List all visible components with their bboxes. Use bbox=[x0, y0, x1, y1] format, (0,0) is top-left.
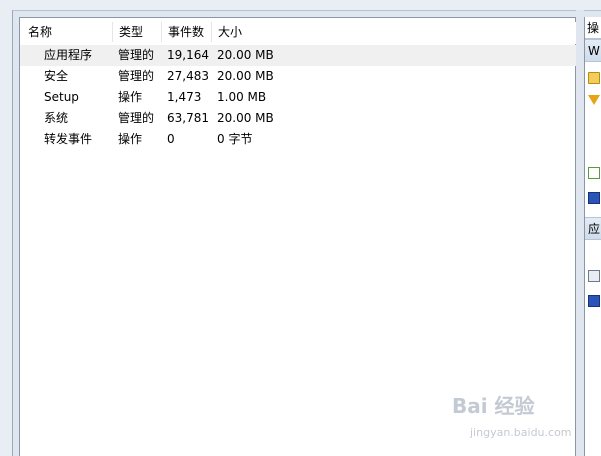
row-count: 63,781 bbox=[167, 111, 209, 125]
watermark-logo: Bai 经验 bbox=[452, 394, 535, 418]
help-icon[interactable] bbox=[588, 295, 600, 307]
watermark-url: jingyan.baidu.com bbox=[470, 426, 572, 439]
properties-icon[interactable] bbox=[588, 270, 600, 282]
row-size: 20.00 MB bbox=[217, 69, 274, 83]
actions-section-header[interactable]: W bbox=[585, 39, 601, 62]
list-rows: 应用程序 管理的 19,164 20.00 MB 安全 管理的 27,483 2… bbox=[20, 45, 577, 150]
row-name: 安全 bbox=[44, 69, 69, 83]
row-size: 20.00 MB bbox=[217, 111, 274, 125]
top-bar bbox=[0, 0, 601, 11]
row-size: 1.00 MB bbox=[217, 90, 267, 104]
row-type: 管理的 bbox=[118, 48, 155, 62]
row-name: 系统 bbox=[44, 111, 69, 125]
row-type: 管理的 bbox=[118, 69, 155, 83]
row-count: 27,483 bbox=[167, 69, 209, 83]
table-row[interactable]: 安全 管理的 27,483 20.00 MB bbox=[20, 66, 577, 87]
row-type: 操作 bbox=[118, 90, 143, 104]
table-row[interactable]: Setup 操作 1,473 1.00 MB bbox=[20, 87, 577, 108]
list-header: 名称 类型 事件数 大小 bbox=[20, 22, 577, 44]
actions-pane: 操 W 应 bbox=[584, 17, 601, 456]
actions-section-header-2[interactable]: 应 bbox=[585, 217, 601, 240]
open-folder-icon[interactable] bbox=[588, 72, 600, 84]
row-size: 0 字节 bbox=[217, 132, 253, 146]
row-name: 转发事件 bbox=[44, 132, 93, 146]
row-name: Setup bbox=[44, 90, 79, 104]
row-count: 19,164 bbox=[167, 48, 209, 62]
row-type: 操作 bbox=[118, 132, 143, 146]
row-type: 管理的 bbox=[118, 111, 155, 125]
row-count: 1,473 bbox=[167, 90, 202, 104]
column-header-name[interactable]: 名称 bbox=[22, 22, 113, 42]
find-icon[interactable] bbox=[588, 167, 600, 179]
row-name: 应用程序 bbox=[44, 48, 93, 62]
actions-pane-title: 操 bbox=[585, 17, 601, 39]
pane-splitter[interactable] bbox=[576, 10, 584, 456]
column-header-type[interactable]: 类型 bbox=[113, 22, 162, 42]
help-icon[interactable] bbox=[588, 192, 600, 204]
table-row[interactable]: 系统 管理的 63,781 20.00 MB bbox=[20, 108, 577, 129]
column-header-event-count[interactable]: 事件数 bbox=[162, 22, 212, 42]
column-header-size[interactable]: 大小 bbox=[212, 22, 322, 42]
row-size: 20.00 MB bbox=[217, 48, 274, 62]
table-row[interactable]: 转发事件 操作 0 0 字节 bbox=[20, 129, 577, 150]
row-count: 0 bbox=[167, 132, 175, 146]
filter-icon[interactable] bbox=[588, 95, 600, 105]
left-navigation-pane-edge[interactable] bbox=[0, 10, 13, 456]
table-row[interactable]: 应用程序 管理的 19,164 20.00 MB bbox=[20, 45, 577, 66]
